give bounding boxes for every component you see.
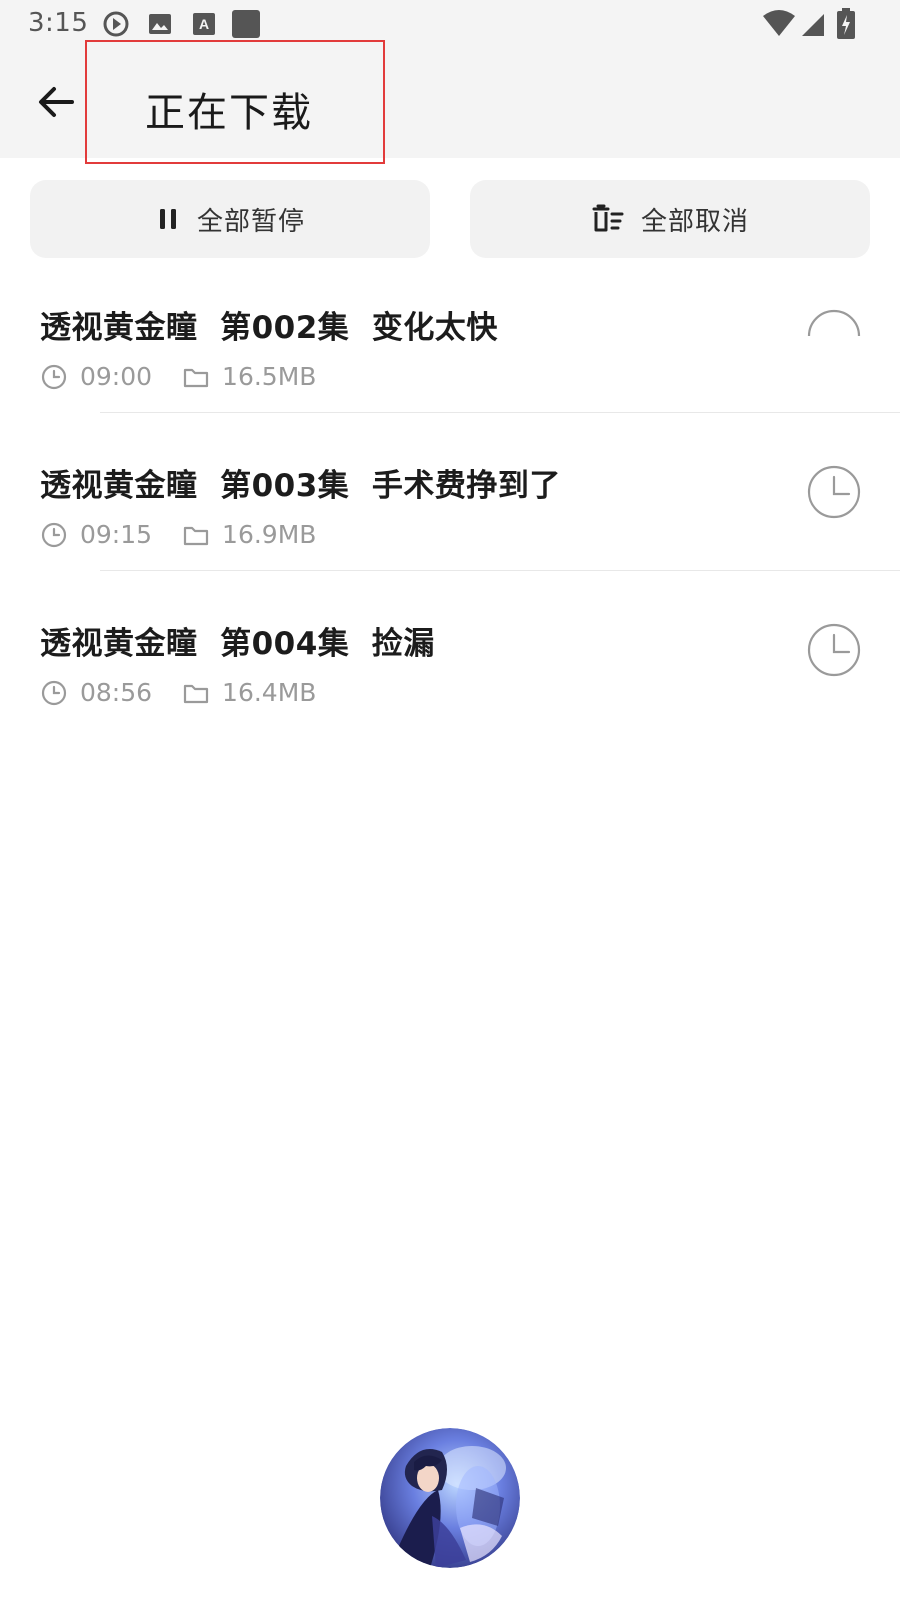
pause-all-button[interactable]: 全部暂停	[30, 180, 430, 258]
item-meta: 09:00 16.5MB	[40, 362, 316, 391]
folder-icon	[183, 684, 209, 703]
folder-icon	[183, 526, 209, 545]
cancel-all-button[interactable]: 全部取消	[470, 180, 870, 258]
clock-icon[interactable]	[806, 464, 862, 520]
item-meta: 08:56 16.4MB	[40, 678, 316, 707]
episode-duration: 09:15	[80, 520, 153, 549]
image-icon	[149, 14, 171, 34]
app-bar: 正在下载	[0, 40, 900, 164]
clock-icon	[41, 522, 67, 547]
back-arrow-icon[interactable]	[34, 80, 78, 124]
download-item[interactable]: 透视黄金瞳 第004集 捡漏 08:56 16.4MB	[0, 602, 900, 762]
clock-icon	[41, 680, 67, 705]
download-screen: 3:15 A 正在下载 全部暂停 全部取消 透视黄金瞳 第002集 变化太快 0…	[0, 0, 900, 1600]
progress-arc-icon[interactable]	[806, 308, 862, 364]
list-divider	[100, 412, 900, 413]
battery-charging-icon	[837, 8, 855, 39]
episode-duration: 08:56	[80, 678, 153, 707]
episode-duration: 09:00	[80, 362, 153, 391]
wifi-icon	[763, 10, 795, 36]
clock-icon	[41, 364, 67, 389]
play-circle-icon	[103, 11, 129, 37]
episode-title: 透视黄金瞳 第004集 捡漏	[40, 626, 435, 662]
folder-icon	[183, 368, 209, 387]
item-meta: 09:15 16.9MB	[40, 520, 316, 549]
delete-list-icon	[592, 204, 624, 232]
pause-all-label: 全部暂停	[196, 206, 305, 237]
page-title: 正在下载	[145, 90, 313, 136]
cancel-all-label: 全部取消	[640, 206, 749, 237]
episode-size: 16.9MB	[222, 520, 317, 549]
floating-player-cover[interactable]	[380, 1428, 520, 1568]
list-divider	[100, 570, 900, 571]
clock-icon[interactable]	[806, 622, 862, 678]
signal-icon	[802, 14, 824, 36]
episode-title: 透视黄金瞳 第003集 手术费挣到了	[40, 468, 561, 504]
font-a-icon: A	[193, 13, 215, 35]
episode-size: 16.4MB	[222, 678, 317, 707]
status-time: 3:15	[28, 8, 89, 38]
episode-title: 透视黄金瞳 第002集 变化太快	[40, 310, 498, 346]
pause-icon	[159, 209, 176, 229]
download-item[interactable]: 透视黄金瞳 第002集 变化太快 09:00 16.5MB	[0, 286, 900, 446]
episode-size: 16.5MB	[222, 362, 317, 391]
download-item[interactable]: 透视黄金瞳 第003集 手术费挣到了 09:15 16.9MB	[0, 444, 900, 604]
square-app-icon	[232, 10, 260, 38]
svg-text:A: A	[199, 16, 209, 32]
album-cover-image	[380, 1428, 520, 1568]
